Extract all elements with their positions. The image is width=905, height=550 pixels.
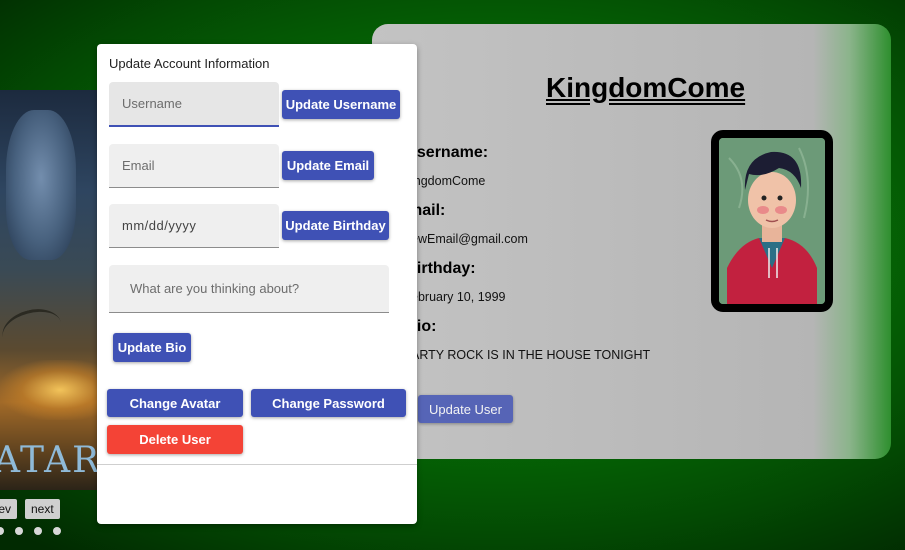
username-value: ingdomCome (411, 174, 486, 188)
edit-account-panel: Update Account Information Update Userna… (97, 44, 417, 524)
panel-divider (97, 464, 417, 465)
update-birthday-button[interactable]: Update Birthday (282, 211, 389, 240)
panel-heading: Update Account Information (109, 56, 270, 71)
poster-sunset-art (0, 360, 100, 420)
birthday-value: ebruary 10, 1999 (411, 290, 506, 304)
bio-value: ARTY ROCK IS IN THE HOUSE TONIGHT (411, 348, 651, 362)
birthday-label: 3irthday: (408, 260, 476, 277)
profile-display-name: KingdomCome (546, 72, 746, 103)
carousel-prev-button[interactable]: ev (0, 499, 17, 519)
update-user-button[interactable]: Update User (418, 395, 513, 423)
carousel-next-button[interactable]: next (25, 499, 60, 519)
carousel-dots (0, 527, 61, 535)
birthday-input[interactable]: mm/dd/yyyy (109, 204, 279, 248)
carousel-dot[interactable] (0, 527, 4, 535)
carousel-poster-image: ATAR (0, 90, 100, 490)
username-input[interactable] (109, 82, 279, 127)
email-value: ewEmail@gmail.com (411, 232, 528, 246)
update-email-button[interactable]: Update Email (282, 151, 374, 180)
poster-bird-art (0, 302, 67, 358)
change-password-button[interactable]: Change Password (251, 389, 406, 417)
carousel-dot[interactable] (34, 527, 42, 535)
username-label: Jsername: (408, 144, 489, 161)
carousel-dot[interactable] (53, 527, 61, 535)
poster-title: ATAR (0, 440, 100, 481)
update-bio-button[interactable]: Update Bio (113, 333, 191, 362)
update-username-button[interactable]: Update Username (282, 90, 400, 119)
email-input[interactable] (109, 144, 279, 188)
change-avatar-button[interactable]: Change Avatar (107, 389, 243, 417)
bio-input[interactable] (109, 265, 389, 313)
avatar (711, 130, 833, 312)
delete-user-button[interactable]: Delete User (107, 425, 243, 454)
profile-card: KingdomCome Jsername: ingdomCome mail: e… (372, 24, 891, 459)
carousel-dot[interactable] (15, 527, 23, 535)
poster-face-art (6, 110, 76, 260)
user-avatar-icon (719, 138, 825, 304)
